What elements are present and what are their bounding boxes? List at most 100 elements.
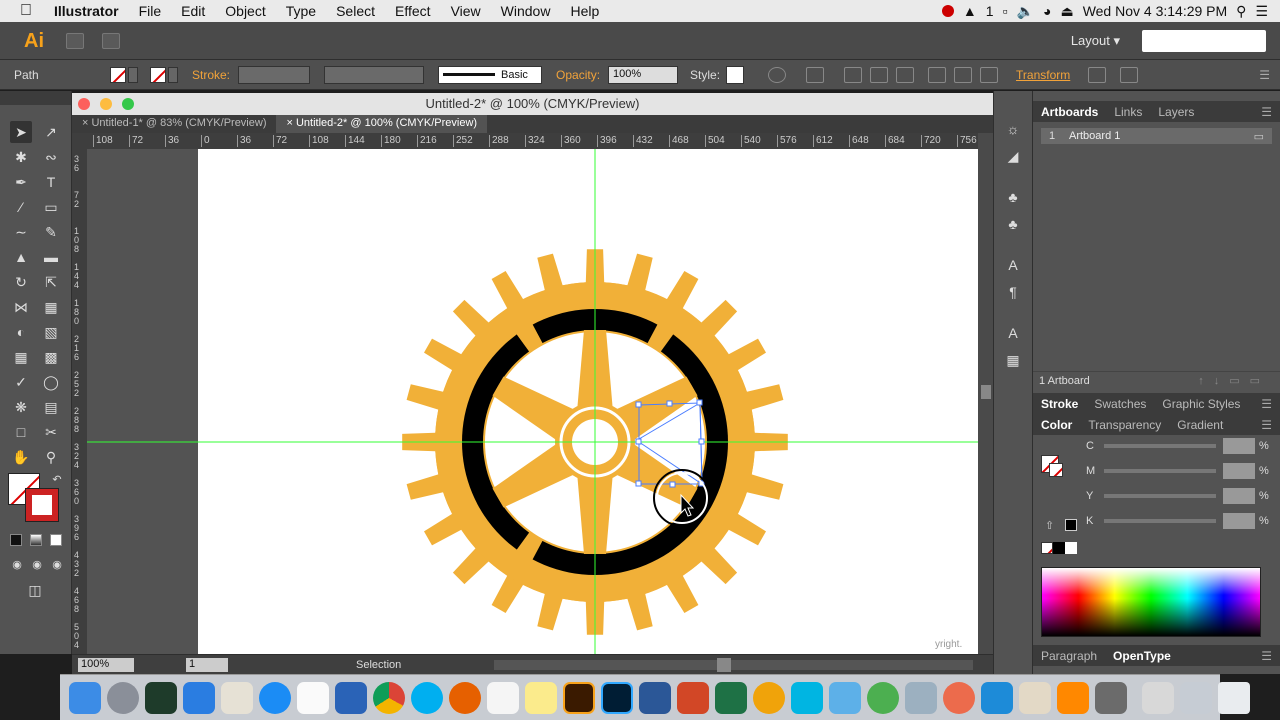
out-of-gamut-icon[interactable]: ⇧ (1045, 519, 1054, 532)
tab-gradient[interactable]: Gradient (1169, 418, 1231, 432)
photos-icon[interactable] (943, 681, 975, 714)
zoom-select[interactable]: 100% (78, 657, 134, 672)
archive-utility-icon[interactable] (1095, 681, 1127, 714)
rectangle-tool-icon[interactable]: ▭ (40, 196, 62, 218)
shape-builder-tool-icon[interactable]: ◐ (10, 321, 32, 343)
draw-normal-icon[interactable]: ◉ (6, 554, 28, 576)
artboard-tool-icon[interactable]: □ (10, 421, 32, 443)
magenta-value-field[interactable] (1223, 463, 1255, 479)
color-mode-icon[interactable] (10, 534, 22, 546)
align-right-icon[interactable] (896, 66, 915, 83)
envelope-icon[interactable] (1120, 66, 1139, 83)
artboard-navigation-field[interactable]: 1 (186, 657, 228, 672)
appearance-panel-icon[interactable]: ☼ (1003, 119, 1023, 139)
character-styles-panel-icon[interactable]: A (1003, 255, 1023, 275)
opacity-field[interactable]: 100% (608, 65, 679, 84)
text-panel-menu-icon[interactable]: ☰ (1261, 649, 1272, 663)
zoom-tool-icon[interactable]: ⚲ (40, 446, 62, 468)
volume-icon[interactable]: 🔈 (1017, 3, 1034, 20)
brush-definition-select[interactable]: Basic (438, 65, 543, 84)
line-tool-icon[interactable]: ⁄ (10, 196, 32, 218)
calendar-icon[interactable] (297, 681, 329, 714)
pen-tool-icon[interactable]: ✒ (10, 171, 32, 193)
textedit-icon[interactable] (487, 681, 519, 714)
cyan-value-field[interactable] (1223, 438, 1255, 454)
direct-selection-tool-icon[interactable]: ↗ (40, 121, 62, 143)
magenta-slider[interactable] (1104, 469, 1216, 473)
outlook-icon[interactable] (753, 681, 785, 714)
black-quick-swatch[interactable] (1053, 542, 1065, 554)
isolate-icon[interactable] (1088, 66, 1107, 83)
lasso-tool-icon[interactable]: ∾ (40, 146, 62, 168)
finder-icon[interactable] (69, 681, 101, 714)
clock[interactable]: Wed Nov 4 3:14:29 PM (1083, 3, 1227, 19)
artboard-row-name[interactable]: Artboard 1 (1069, 130, 1254, 142)
perspective-grid-tool-icon[interactable]: ▧ (40, 321, 62, 343)
stroke-dropdown[interactable] (168, 66, 178, 83)
eyedropper-tool-icon[interactable]: ✓ (10, 371, 32, 393)
menu-effect[interactable]: Effect (385, 3, 441, 19)
recolor-artwork-icon[interactable] (768, 66, 787, 83)
scale-tool-icon[interactable]: ⇱ (40, 271, 62, 293)
menu-window[interactable]: Window (491, 3, 561, 19)
transform-link[interactable]: Transform (1016, 68, 1070, 82)
stroke-color-box[interactable] (25, 488, 59, 522)
word-icon[interactable] (639, 681, 671, 714)
selection-handle[interactable] (669, 481, 676, 488)
align-middle-icon[interactable] (954, 66, 973, 83)
artboard-row[interactable]: 1 Artboard 1 ▭ (1041, 128, 1272, 144)
menu-select[interactable]: Select (326, 3, 385, 19)
zoom-window-icon[interactable] (122, 98, 134, 110)
artboards-panel-menu-icon[interactable]: ☰ (1261, 105, 1272, 119)
teamviewer-icon[interactable] (981, 681, 1013, 714)
pencil-tool-icon[interactable]: ✎ (40, 221, 62, 243)
blend-tool-icon[interactable]: ◯ (40, 371, 62, 393)
yellow-slider-row[interactable]: Y % (1033, 487, 1280, 505)
presentation-icon[interactable] (1142, 681, 1174, 714)
column-graph-tool-icon[interactable]: ▤ (40, 396, 62, 418)
symbol-sprayer-tool-icon[interactable]: ❋ (10, 396, 32, 418)
white-quick-swatch[interactable] (1065, 542, 1077, 554)
type-tool-icon[interactable]: T (40, 171, 62, 193)
network-icon[interactable] (867, 681, 899, 714)
control-bar-menu-icon[interactable]: ☰ (1259, 68, 1270, 82)
arrange-documents-button[interactable] (102, 32, 120, 49)
tab-transparency[interactable]: Transparency (1080, 418, 1169, 432)
fill-dropdown[interactable] (128, 66, 138, 83)
record-icon[interactable] (941, 5, 954, 17)
draw-inside-icon[interactable]: ◉ (46, 554, 68, 576)
gradient-tool-icon[interactable]: ▩ (40, 346, 62, 368)
selection-handle[interactable] (698, 438, 705, 445)
black-swatch[interactable] (1065, 519, 1077, 531)
wifi-icon[interactable]: ◕ (1043, 3, 1051, 19)
horizontal-scrollbar[interactable] (494, 657, 973, 672)
align-to-icon[interactable] (806, 66, 825, 83)
draw-behind-icon[interactable]: ◉ (26, 554, 48, 576)
graphic-styles-panel-icon[interactable]: ♣ (1003, 214, 1023, 234)
spotlight-icon[interactable]: ⚲ (1236, 3, 1246, 20)
stroke-panel-menu-icon[interactable]: ☰ (1261, 397, 1272, 411)
yellow-slider[interactable] (1104, 494, 1216, 498)
menu-help[interactable]: Help (560, 3, 609, 19)
artboard-options-icon[interactable]: ▭ (1254, 130, 1264, 143)
trash-icon[interactable] (1218, 681, 1250, 714)
artwork-svg[interactable] (87, 149, 978, 654)
skype-icon[interactable] (411, 681, 443, 714)
align-panel-icon[interactable]: ▦ (1003, 350, 1023, 370)
tab-opentype[interactable]: OpenType (1105, 649, 1179, 663)
color-spectrum[interactable] (1041, 567, 1261, 637)
menu-file[interactable]: File (129, 3, 172, 19)
messenger-icon[interactable] (829, 681, 861, 714)
selection-handle[interactable] (666, 400, 673, 407)
cyan-slider[interactable] (1104, 444, 1216, 448)
symbols-panel-icon[interactable]: ♣ (1003, 187, 1023, 207)
horizontal-ruler[interactable]: 108 72 36 0 36 72 108 144 180 216 252 288 324 360 396 4… (87, 133, 978, 149)
black-slider[interactable] (1104, 519, 1216, 523)
cyan-slider-row[interactable]: C % (1033, 437, 1280, 455)
vertical-scrollbar-thumb[interactable] (981, 385, 991, 399)
tab-layers[interactable]: Layers (1150, 105, 1202, 119)
notification-center-icon[interactable]: ☰ (1255, 3, 1268, 20)
chrome-icon[interactable] (373, 681, 405, 714)
canvas-area[interactable]: yright. (87, 149, 978, 654)
skype-status-icon[interactable]: ▫ (1003, 3, 1008, 19)
